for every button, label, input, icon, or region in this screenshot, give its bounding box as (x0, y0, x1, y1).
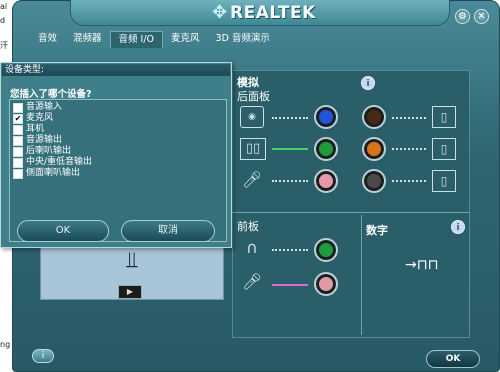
brand-logo: REALTEK (230, 3, 316, 23)
digital-section-title: 数字 (366, 224, 388, 237)
analog-info-icon[interactable]: i (361, 76, 375, 90)
dialog-cancel-button[interactable]: 取消 (121, 220, 215, 242)
option-label: 麦克风 (26, 113, 54, 123)
option-label: 中央/重低音输出 (26, 157, 93, 167)
close-icon[interactable]: ✕ (474, 9, 489, 24)
option-rear-speaker[interactable]: 后喇叭输出 (13, 146, 71, 157)
speaker-icon: ▯ (432, 106, 456, 128)
front-green-jack[interactable] (314, 238, 338, 262)
option-label: 侧面喇叭输出 (26, 168, 81, 178)
panel-vertical-divider (361, 215, 362, 335)
dialog-ok-button[interactable]: OK (17, 220, 109, 242)
settings-icon[interactable]: ⚙ (455, 9, 470, 24)
connection-arrow (272, 249, 308, 251)
connection-arrow (392, 148, 426, 150)
rear-pink-jack[interactable] (314, 169, 338, 193)
tab-mixer[interactable]: 混频器 (65, 31, 110, 47)
microphone-icon: 🎤︎ (241, 170, 263, 189)
background-text: d (0, 16, 6, 25)
panel-divider (232, 212, 470, 213)
tab-audio-io[interactable]: 音频 I/O (109, 31, 164, 48)
checkbox[interactable] (13, 102, 23, 113)
dialog-question: 您插入了哪个设备? (10, 89, 92, 100)
line-in-device-icon: ◉ (240, 106, 264, 128)
tab-sound-effects[interactable]: 音效 (30, 31, 65, 47)
option-line-out[interactable]: 音源输出 (13, 135, 62, 146)
speakers-icon: ▯▯ (240, 138, 266, 160)
option-center-subwoofer[interactable]: 中央/重低音输出 (13, 157, 92, 168)
rear-panel-label: 后面板 (237, 90, 270, 103)
microphone-icon: 🎤︎ (241, 272, 263, 291)
checkbox[interactable] (13, 168, 23, 179)
rear-orange-jack[interactable] (362, 137, 386, 161)
checkbox-checked[interactable]: ✔ (13, 113, 23, 124)
checkbox[interactable] (13, 124, 23, 135)
connection-arrow (392, 180, 426, 182)
background-text: ng (0, 340, 11, 349)
dialog-title: 设备类型: (2, 64, 230, 76)
rear-gray-jack[interactable] (362, 169, 386, 193)
active-connection-arrow (272, 148, 308, 150)
tab-bar: 音效 混频器 音频 I/O 麦克风 3D 音频演示 (30, 31, 278, 48)
rear-brown-jack[interactable] (362, 105, 386, 129)
option-side-speaker[interactable]: 侧面喇叭输出 (13, 168, 80, 179)
option-line-in[interactable]: 音源输入 (13, 102, 62, 113)
realtek-crab-logo-icon: ✥ (212, 2, 228, 23)
speaker-stand-icon: ⫫ (125, 248, 139, 273)
option-label: 耳机 (26, 124, 45, 134)
option-headphone[interactable]: 耳机 (13, 124, 44, 135)
spdif-signal-icon: →⊓⊓ (405, 257, 439, 273)
play-button[interactable]: ▶ (118, 285, 142, 299)
speaker-icon: ▯ (432, 138, 456, 160)
connection-arrow (272, 180, 308, 182)
front-pink-jack[interactable] (314, 272, 338, 296)
option-label: 后喇叭输出 (26, 146, 72, 156)
rear-green-jack[interactable] (314, 137, 338, 161)
connection-arrow (392, 117, 426, 119)
tab-microphone[interactable]: 麦克风 (163, 31, 208, 47)
front-panel-label: 前板 (237, 220, 259, 233)
option-microphone[interactable]: ✔ 麦克风 (13, 113, 53, 124)
digital-info-icon[interactable]: i (451, 220, 465, 234)
speaker-icon: ▯ (432, 170, 456, 192)
headphones-icon: ∩ (246, 238, 258, 257)
main-ok-button[interactable]: OK (426, 350, 480, 368)
rear-blue-jack[interactable] (314, 105, 338, 129)
checkbox[interactable] (13, 135, 23, 146)
option-label: 音源输出 (26, 135, 63, 145)
background-text: 汗 (0, 41, 8, 50)
checkbox[interactable] (13, 146, 23, 157)
mic-connection-arrow (272, 284, 308, 286)
info-button[interactable]: i (32, 349, 54, 363)
tab-3d-audio-demo[interactable]: 3D 音频演示 (208, 31, 278, 47)
background-text: ai (0, 2, 8, 11)
checkbox[interactable] (13, 157, 23, 168)
connection-arrow (272, 117, 308, 119)
option-label: 音源输入 (26, 102, 63, 112)
